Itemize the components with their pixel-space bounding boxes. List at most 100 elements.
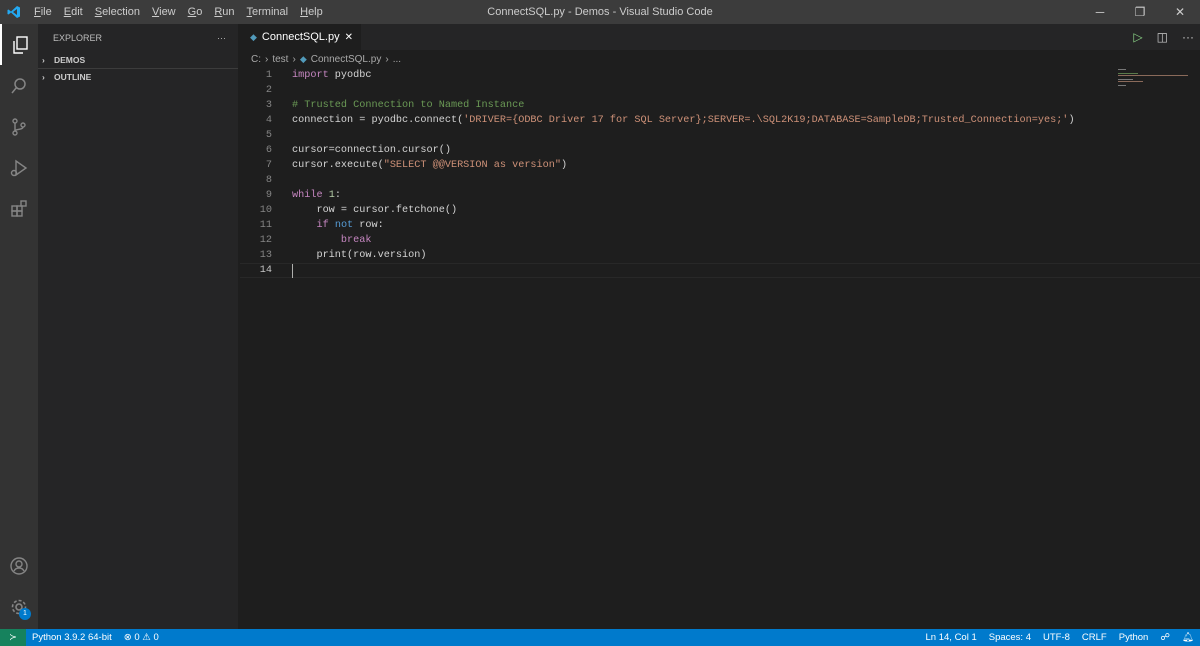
line-number: 5 (240, 130, 272, 141)
code-line[interactable]: 3# Trusted Connection to Named Instance (240, 98, 1200, 113)
close-window-icon[interactable]: ✕ (1160, 0, 1200, 24)
editor: ◆ ConnectSQL.py ✕ ▷ ◫ ··· C:› test› ◆ Co… (240, 24, 1200, 629)
more-actions-icon[interactable]: ··· (1182, 30, 1194, 44)
code-token: cursor=connection.cursor() (292, 145, 451, 156)
run-file-icon[interactable]: ▷ (1133, 30, 1142, 44)
code-token: # Trusted Connection to Named Instance (292, 100, 524, 111)
line-ending[interactable]: CRLF (1076, 632, 1113, 643)
code-token: print(row.version) (292, 250, 427, 261)
line-number: 10 (240, 205, 272, 216)
code-text: import pyodbc (292, 70, 371, 81)
menu-edit[interactable]: Edit (58, 6, 89, 18)
feedback-icon[interactable]: ☍ (1154, 632, 1176, 643)
text-cursor (292, 264, 293, 278)
problems-indicator[interactable]: ⊗ 0 ⚠ 0 (118, 632, 165, 643)
menu-run[interactable]: Run (208, 6, 240, 18)
minimap[interactable] (1118, 68, 1188, 88)
code-line[interactable]: 6 cursor=connection.cursor() (240, 143, 1200, 158)
code-token: row: (353, 220, 384, 231)
code-line[interactable]: 2 (240, 83, 1200, 98)
tab-connectsql[interactable]: ◆ ConnectSQL.py ✕ (240, 24, 361, 50)
activity-bar: 1 (0, 24, 38, 629)
indentation[interactable]: Spaces: 4 (983, 632, 1037, 643)
code-line[interactable]: 1 import pyodbc (240, 68, 1200, 83)
manage-gear-icon[interactable]: 1 (0, 586, 38, 627)
line-number: 6 (240, 145, 272, 156)
menu-terminal[interactable]: Terminal (241, 6, 295, 18)
search-icon[interactable] (0, 65, 38, 106)
sidebar-title: EXPLORER (53, 33, 102, 43)
code-token: ) (561, 160, 567, 171)
encoding[interactable]: UTF-8 (1037, 632, 1076, 643)
split-editor-icon[interactable]: ◫ (1157, 30, 1168, 44)
section-outline[interactable]: ›OUTLINE (38, 68, 238, 85)
tab-label: ConnectSQL.py (262, 31, 340, 43)
title-bar: FileEditSelectionViewGoRunTerminalHelp C… (0, 0, 1200, 24)
code-text: break (292, 235, 372, 246)
run-debug-icon[interactable] (0, 147, 38, 188)
python-file-icon: ◆ (250, 32, 257, 43)
python-file-icon: ◆ (300, 54, 307, 65)
python-interpreter[interactable]: Python 3.9.2 64-bit (26, 632, 118, 643)
code-line[interactable]: 5 (240, 128, 1200, 143)
breadcrumb-file[interactable]: ConnectSQL.py (311, 54, 382, 65)
code-line[interactable]: 13 print(row.version) (240, 248, 1200, 263)
notifications-bell-icon[interactable]: 🔔︎ (1176, 632, 1200, 643)
more-actions-icon[interactable]: ··· (217, 33, 226, 43)
restore-icon[interactable]: ❐ (1120, 0, 1160, 24)
code-text: row = cursor.fetchone() (292, 205, 457, 216)
line-number: 2 (240, 85, 272, 96)
breadcrumb-symbols[interactable]: ... (393, 54, 401, 65)
menu-help[interactable]: Help (294, 6, 329, 18)
line-number: 1 (240, 70, 272, 81)
menu-view[interactable]: View (146, 6, 182, 18)
close-tab-icon[interactable]: ✕ (345, 32, 353, 43)
code-line[interactable]: 14 (240, 263, 1200, 278)
code-line[interactable]: 10 row = cursor.fetchone() (240, 203, 1200, 218)
code-token: cursor.execute( (292, 160, 384, 171)
chevron-right-icon: › (42, 72, 54, 82)
code-token: connection = pyodbc.connect( (292, 115, 463, 126)
source-control-icon[interactable] (0, 106, 38, 147)
menu-go[interactable]: Go (182, 6, 209, 18)
menu-file[interactable]: File (28, 6, 58, 18)
code-token: break (341, 235, 372, 246)
line-number: 8 (240, 175, 272, 186)
code-text: connection = pyodbc.connect('DRIVER={ODB… (292, 115, 1075, 126)
chevron-right-icon: › (42, 55, 54, 65)
code-line[interactable]: 11 if not row: (240, 218, 1200, 233)
code-token: ) (1068, 115, 1074, 126)
line-number: 13 (240, 250, 272, 261)
code-line[interactable]: 8 (240, 173, 1200, 188)
code-token (292, 220, 316, 231)
code-token: if (316, 220, 328, 231)
minimize-icon[interactable]: ─ (1080, 0, 1120, 24)
code-line[interactable]: 4connection = pyodbc.connect('DRIVER={OD… (240, 113, 1200, 128)
accounts-icon[interactable] (0, 545, 38, 586)
explorer-icon[interactable] (0, 24, 38, 65)
section-label: OUTLINE (54, 72, 91, 82)
explorer-sidebar: EXPLORER ··· ›DEMOS ›OUTLINE (38, 24, 238, 629)
code-token: "SELECT @@VERSION as version" (384, 160, 561, 171)
code-text: print(row.version) (292, 250, 427, 261)
code-token: : (335, 190, 341, 201)
line-number: 7 (240, 160, 272, 171)
code-line[interactable]: 7 cursor.execute("SELECT @@VERSION as ver… (240, 158, 1200, 173)
menu-selection[interactable]: Selection (89, 6, 146, 18)
remote-icon[interactable]: ≻ (0, 629, 26, 646)
code-line[interactable]: 9while 1: (240, 188, 1200, 203)
section-label: DEMOS (54, 55, 85, 65)
extensions-icon[interactable] (0, 188, 38, 229)
breadcrumb: C:› test› ◆ ConnectSQL.py› ... (240, 50, 1200, 68)
cursor-position[interactable]: Ln 14, Col 1 (920, 632, 983, 643)
code-text: # Trusted Connection to Named Instance (292, 100, 524, 111)
line-number: 14 (240, 265, 272, 276)
error-count: 0 (134, 632, 139, 643)
code-area[interactable]: 1 import pyodbc 2 3# Trusted Connection to … (240, 68, 1200, 278)
line-number: 11 (240, 220, 272, 231)
breadcrumb-drive[interactable]: C: (251, 54, 261, 65)
code-line[interactable]: 12 break (240, 233, 1200, 248)
breadcrumb-folder[interactable]: test (272, 54, 288, 65)
section-demos[interactable]: ›DEMOS (38, 51, 238, 68)
language-mode[interactable]: Python (1113, 632, 1155, 643)
